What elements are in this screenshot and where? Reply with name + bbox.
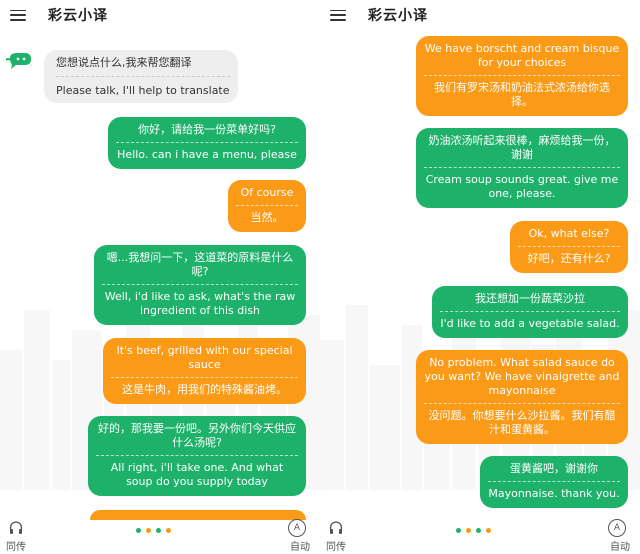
message-bubble-3: Ok, what else? 好吧，还有什么? <box>510 221 628 273</box>
message-source-text: 奶油浓汤听起来很棒，麻烦给我一份，谢谢 <box>428 134 616 161</box>
message-translation-text: Cream soup sounds great. give me one, pl… <box>424 167 620 201</box>
message-translation-text: All right, i'll take one. And what soup … <box>96 455 298 489</box>
hamburger-menu-icon[interactable] <box>330 9 346 21</box>
simultaneous-interpretation-icon[interactable] <box>328 520 344 536</box>
auto-mode-label[interactable]: 自动 <box>610 538 630 553</box>
app-header: 彩云小译 <box>0 0 320 30</box>
message-source-text: Ok, what else? <box>528 227 610 240</box>
auto-mode-label[interactable]: 自动 <box>290 538 310 553</box>
simultaneous-interpretation-label[interactable]: 同传 <box>6 538 26 553</box>
simultaneous-interpretation-label[interactable]: 同传 <box>326 538 346 553</box>
message-translation-text: Mayonnaise. thank you. <box>488 481 620 501</box>
message-translation-text: 好吧，还有什么? <box>518 246 620 266</box>
message-source-text: We have borscht and cream bisque for you… <box>424 42 620 69</box>
message-bubble-6: 蛋黄酱吧，谢谢你 Mayonnaise. thank you. <box>480 456 628 508</box>
listening-indicator <box>456 528 491 533</box>
message-bubble-1: We have borscht and cream bisque for you… <box>416 36 628 116</box>
message-translation-text: 这是牛肉，用我们的特殊酱油烤。 <box>111 377 298 397</box>
message-source-text: 好的，那我要一份吧。另外你们今天供应什么汤呢? <box>98 422 296 449</box>
auto-mode-icon[interactable]: A <box>288 519 306 537</box>
right-chat-panel: 彩云小译 We have borscht and cream bisque fo… <box>320 0 640 554</box>
bottom-toolbar: 同传 A 自动 <box>0 516 320 554</box>
message-bubble-1: 你好，请给我一份菜单好吗? Hello. can i have a menu, … <box>108 117 306 169</box>
message-translation-text: Hello. can i have a menu, please <box>116 142 298 162</box>
message-bubble-3: 嗯...我想问一下，这道菜的原料是什么呢? Well, i'd like to … <box>94 245 306 325</box>
simultaneous-interpretation-icon[interactable] <box>8 520 24 536</box>
auto-mode-icon[interactable]: A <box>608 519 626 537</box>
message-translation-text: 当然。 <box>236 205 298 225</box>
message-bubble-5: 好的，那我要一份吧。另外你们今天供应什么汤呢? All right, i'll … <box>88 416 306 496</box>
message-bubble-5: No problem. What salad sauce do you want… <box>416 350 628 444</box>
message-source-text: 我还想加一份蔬菜沙拉 <box>475 292 585 305</box>
welcome-prompt-bubble: 您想说点什么,我来帮您翻译 Please talk, I'll help to … <box>44 50 238 103</box>
message-translation-text: I'd like to add a vegetable salad. <box>440 311 620 331</box>
message-translation-text: Well, i'd like to ask, what's the raw in… <box>102 284 298 318</box>
message-source-text: 嗯...我想问一下，这道菜的原料是什么呢? <box>106 251 294 278</box>
hamburger-menu-icon[interactable] <box>10 9 26 21</box>
assistant-mascot-icon <box>6 53 31 69</box>
welcome-prompt-zh: 您想说点什么,我来帮您翻译 <box>56 56 192 69</box>
left-chat-panel: 彩云小译 您想说点什么,我来帮您翻译 Please talk, I'll hel… <box>0 0 320 554</box>
welcome-prompt-en: Please talk, I'll help to translate <box>56 76 230 98</box>
message-translation-text: 我们有罗宋汤和奶油法式浓汤给你选择。 <box>424 75 620 109</box>
listening-indicator <box>136 528 171 533</box>
message-bubble-2: Of course 当然。 <box>228 180 306 232</box>
message-source-text: 蛋黄酱吧，谢谢你 <box>510 462 598 475</box>
app-header: 彩云小译 <box>320 0 640 30</box>
message-source-text: It's beef, grilled with our special sauc… <box>116 344 293 371</box>
message-source-text: 你好，请给我一份菜单好吗? <box>138 123 276 136</box>
app-title: 彩云小译 <box>48 8 108 24</box>
message-source-text: Of course <box>240 186 294 199</box>
app-title: 彩云小译 <box>368 8 428 24</box>
message-source-text: No problem. What salad sauce do you want… <box>424 356 620 397</box>
message-translation-text: 没问题。你想要什么沙拉酱。我们有醋汁和蛋黄酱。 <box>424 403 620 437</box>
message-bubble-4: 我还想加一份蔬菜沙拉 I'd like to add a vegetable s… <box>432 286 628 338</box>
message-bubble-4: It's beef, grilled with our special sauc… <box>103 338 306 404</box>
message-bubble-2: 奶油浓汤听起来很棒，麻烦给我一份，谢谢 Cream soup sounds gr… <box>416 128 628 208</box>
bottom-toolbar: 同传 A 自动 <box>320 516 640 554</box>
